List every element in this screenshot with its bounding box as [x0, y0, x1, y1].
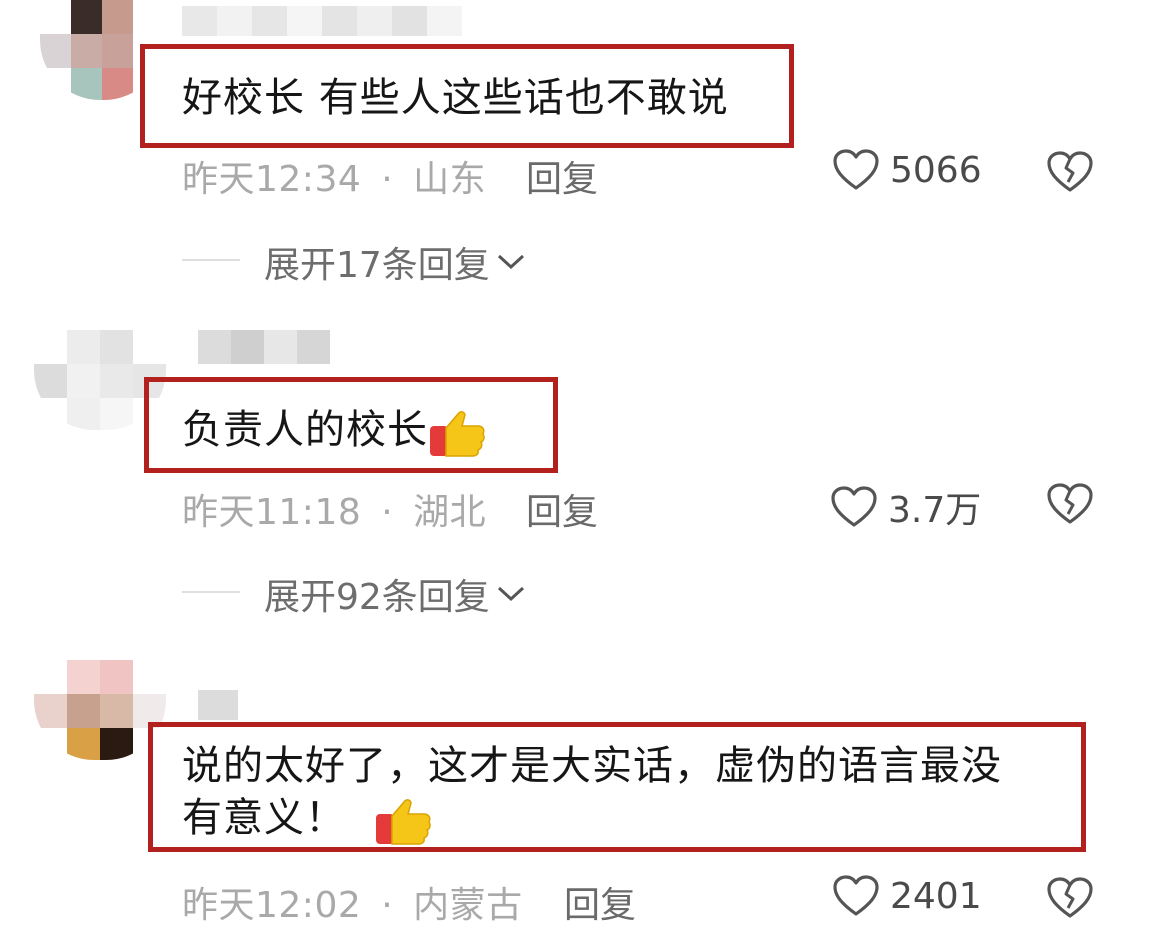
comment-meta: 昨天11:18 · 湖北 — [182, 483, 486, 535]
broken-heart-icon[interactable] — [1046, 482, 1094, 526]
comment-text: 说的太好了，这才是大实话，虚伪的语言最没 有意义！ — [182, 740, 1002, 846]
comment-meta: 昨天12:34 · 山东 — [182, 150, 486, 202]
meta-separator: · — [381, 492, 394, 533]
comment-text-line: 说的太好了，这才是大实话，虚伪的语言最没 — [182, 743, 1002, 789]
username-obscured — [198, 690, 238, 720]
expand-replies-button[interactable]: 展开17条回复 — [264, 236, 526, 288]
comment-text-line-content: 有意义！ — [182, 795, 346, 841]
like-count: 3.7万 — [888, 490, 982, 531]
chevron-down-icon — [497, 254, 524, 270]
heart-outline-icon — [831, 486, 877, 527]
broken-heart-icon[interactable] — [1046, 150, 1094, 194]
comment-time: 昨天12:34 — [182, 159, 362, 200]
expand-divider — [182, 259, 240, 261]
comment-meta: 昨天12:02 · 内蒙古 — [182, 876, 523, 928]
expand-replies-label: 展开92条回复 — [264, 577, 490, 618]
username-obscured — [182, 6, 462, 36]
heart-outline-icon — [833, 875, 879, 916]
heart-outline-icon — [833, 149, 879, 190]
thumbs-up-emoji — [375, 799, 431, 845]
avatar[interactable] — [34, 660, 166, 760]
reply-button[interactable]: 回复 — [526, 483, 598, 535]
chevron-down-icon — [497, 586, 524, 602]
broken-heart-icon[interactable] — [1046, 876, 1094, 920]
like-button[interactable]: 5066 — [832, 148, 982, 192]
comment-text-content: 负责人的校长 — [182, 407, 428, 453]
expand-replies-button[interactable]: 展开92条回复 — [264, 568, 526, 620]
reply-button[interactable]: 回复 — [564, 876, 636, 928]
comment-location: 山东 — [413, 159, 487, 200]
expand-replies-label: 展开17条回复 — [264, 245, 490, 286]
expand-divider — [182, 591, 240, 593]
comment-text: 负责人的校长 — [182, 404, 486, 458]
thumbs-up-emoji — [430, 411, 485, 457]
like-button[interactable]: 3.7万 — [830, 481, 981, 533]
username-obscured — [198, 330, 330, 364]
meta-separator: · — [381, 159, 394, 200]
comment-location: 内蒙古 — [413, 885, 523, 926]
like-count: 2401 — [890, 875, 982, 917]
comment-location: 湖北 — [413, 492, 487, 533]
comment-time: 昨天11:18 — [182, 492, 362, 533]
comment-text-line: 有意义！ — [182, 792, 1002, 846]
comment-text: 好校长 有些人这些话也不敢说 — [182, 75, 729, 121]
reply-button[interactable]: 回复 — [526, 150, 598, 202]
like-button[interactable]: 2401 — [832, 874, 982, 918]
like-count: 5066 — [890, 149, 982, 191]
comment-time: 昨天12:02 — [182, 885, 362, 926]
meta-separator: · — [381, 885, 394, 926]
